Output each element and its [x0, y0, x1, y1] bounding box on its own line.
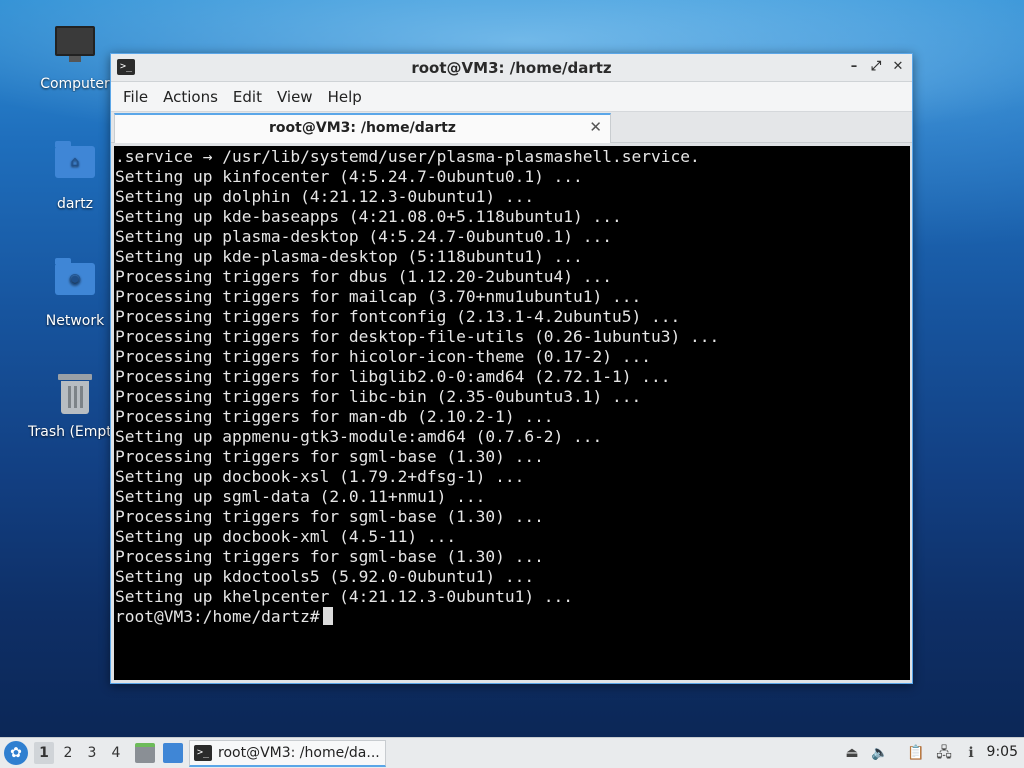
taskbar: ✿ 1 2 3 4 >_ root@VM3: /home/da... ⏏ 🔈 📋… — [0, 737, 1024, 768]
desktop-icon-label: Trash (Empty) — [28, 424, 118, 440]
terminal-line: Processing triggers for sgml-base (1.30)… — [115, 547, 544, 566]
terminal-tab[interactable]: root@VM3: /home/dartz ✕ — [114, 113, 611, 143]
tab-close-icon[interactable]: ✕ — [589, 118, 602, 136]
terminal-line: Processing triggers for libc-bin (2.35-0… — [115, 387, 642, 406]
taskbar-task-terminal[interactable]: >_ root@VM3: /home/da... — [189, 740, 386, 767]
terminal-line: Setting up plasma-desktop (4:5.24.7-0ubu… — [115, 227, 613, 246]
lxqt-menu-icon[interactable]: ✿ — [4, 741, 28, 765]
menu-help[interactable]: Help — [322, 88, 368, 106]
notification-icon[interactable]: ℹ — [961, 743, 981, 763]
terminal-line: Setting up kde-baseapps (4:21.08.0+5.118… — [115, 207, 622, 226]
terminal-line: Processing triggers for libglib2.0-0:amd… — [115, 367, 671, 386]
workspace-1[interactable]: 1 — [34, 742, 54, 764]
tab-bar: root@VM3: /home/dartz ✕ — [111, 112, 912, 143]
menu-file[interactable]: File — [117, 88, 154, 106]
terminal-line: Processing triggers for mailcap (3.70+nm… — [115, 287, 642, 306]
maximize-icon[interactable]: ⤢ — [868, 58, 884, 76]
terminal-line: Setting up dolphin (4:21.12.3-0ubuntu1) … — [115, 187, 535, 206]
window-title: root@VM3: /home/dartz — [411, 59, 612, 77]
terminal-output[interactable]: .service → /usr/lib/systemd/user/plasma-… — [114, 146, 910, 680]
network-folder-icon: ◉ — [53, 258, 97, 307]
show-desktop-icon[interactable] — [163, 743, 183, 763]
workspace-2[interactable]: 2 — [58, 742, 78, 764]
terminal-line: Processing triggers for sgml-base (1.30)… — [115, 447, 544, 466]
clock[interactable]: 9:05 — [987, 744, 1018, 760]
terminal-line: Setting up sgml-data (2.0.11+nmu1) ... — [115, 487, 486, 506]
terminal-line: Setting up kinfocenter (4:5.24.7-0ubuntu… — [115, 167, 583, 186]
terminal-prompt-line[interactable]: root@VM3:/home/dartz# — [115, 607, 910, 627]
home-folder-icon: ⌂ — [53, 141, 97, 190]
window-titlebar[interactable]: >_ root@VM3: /home/dartz – ⤢ ✕ — [111, 54, 912, 82]
network-icon[interactable]: 🖧 — [934, 743, 954, 763]
terminal-prompt: root@VM3:/home/dartz# — [115, 607, 320, 626]
terminal-cursor — [322, 607, 333, 625]
terminal-line: Processing triggers for desktop-file-uti… — [115, 327, 720, 346]
terminal-line: Processing triggers for man-db (2.10.2-1… — [115, 407, 554, 426]
terminal-line: Setting up kde-plasma-desktop (5:118ubun… — [115, 247, 583, 266]
terminal-window: >_ root@VM3: /home/dartz – ⤢ ✕ File Acti… — [110, 53, 913, 684]
minimize-icon[interactable]: – — [846, 58, 862, 76]
terminal-line: Setting up appmenu-gtk3-module:amd64 (0.… — [115, 427, 603, 446]
file-manager-icon[interactable] — [135, 743, 155, 763]
menu-edit[interactable]: Edit — [227, 88, 268, 106]
task-label: root@VM3: /home/da... — [218, 745, 380, 761]
workspace-3[interactable]: 3 — [82, 742, 102, 764]
terminal-line: Processing triggers for dbus (1.12.20-2u… — [115, 267, 613, 286]
terminal-line: Setting up docbook-xml (4.5-11) ... — [115, 527, 457, 546]
terminal-line: Processing triggers for sgml-base (1.30)… — [115, 507, 544, 526]
clipboard-icon[interactable]: 📋 — [906, 743, 926, 763]
trash-icon — [53, 374, 97, 418]
eject-icon[interactable]: ⏏ — [842, 743, 862, 763]
computer-icon — [53, 26, 97, 70]
volume-icon[interactable]: 🔈 — [870, 743, 890, 763]
close-icon[interactable]: ✕ — [890, 58, 906, 76]
menu-view[interactable]: View — [271, 88, 319, 106]
terminal-line: Processing triggers for hicolor-icon-the… — [115, 347, 652, 366]
workspace-4[interactable]: 4 — [106, 742, 126, 764]
tab-label: root@VM3: /home/dartz — [269, 120, 456, 136]
terminal-line: Setting up kdoctools5 (5.92.0-0ubuntu1) … — [115, 567, 535, 586]
terminal-line: Processing triggers for fontconfig (2.13… — [115, 307, 681, 326]
terminal-line: .service → /usr/lib/systemd/user/plasma-… — [115, 147, 700, 166]
terminal-app-icon: >_ — [194, 745, 212, 761]
menu-bar: File Actions Edit View Help — [111, 82, 912, 112]
menu-actions[interactable]: Actions — [157, 88, 224, 106]
terminal-line: Setting up docbook-xsl (1.79.2+dfsg-1) .… — [115, 467, 525, 486]
terminal-line: Setting up khelpcenter (4:21.12.3-0ubunt… — [115, 587, 574, 606]
